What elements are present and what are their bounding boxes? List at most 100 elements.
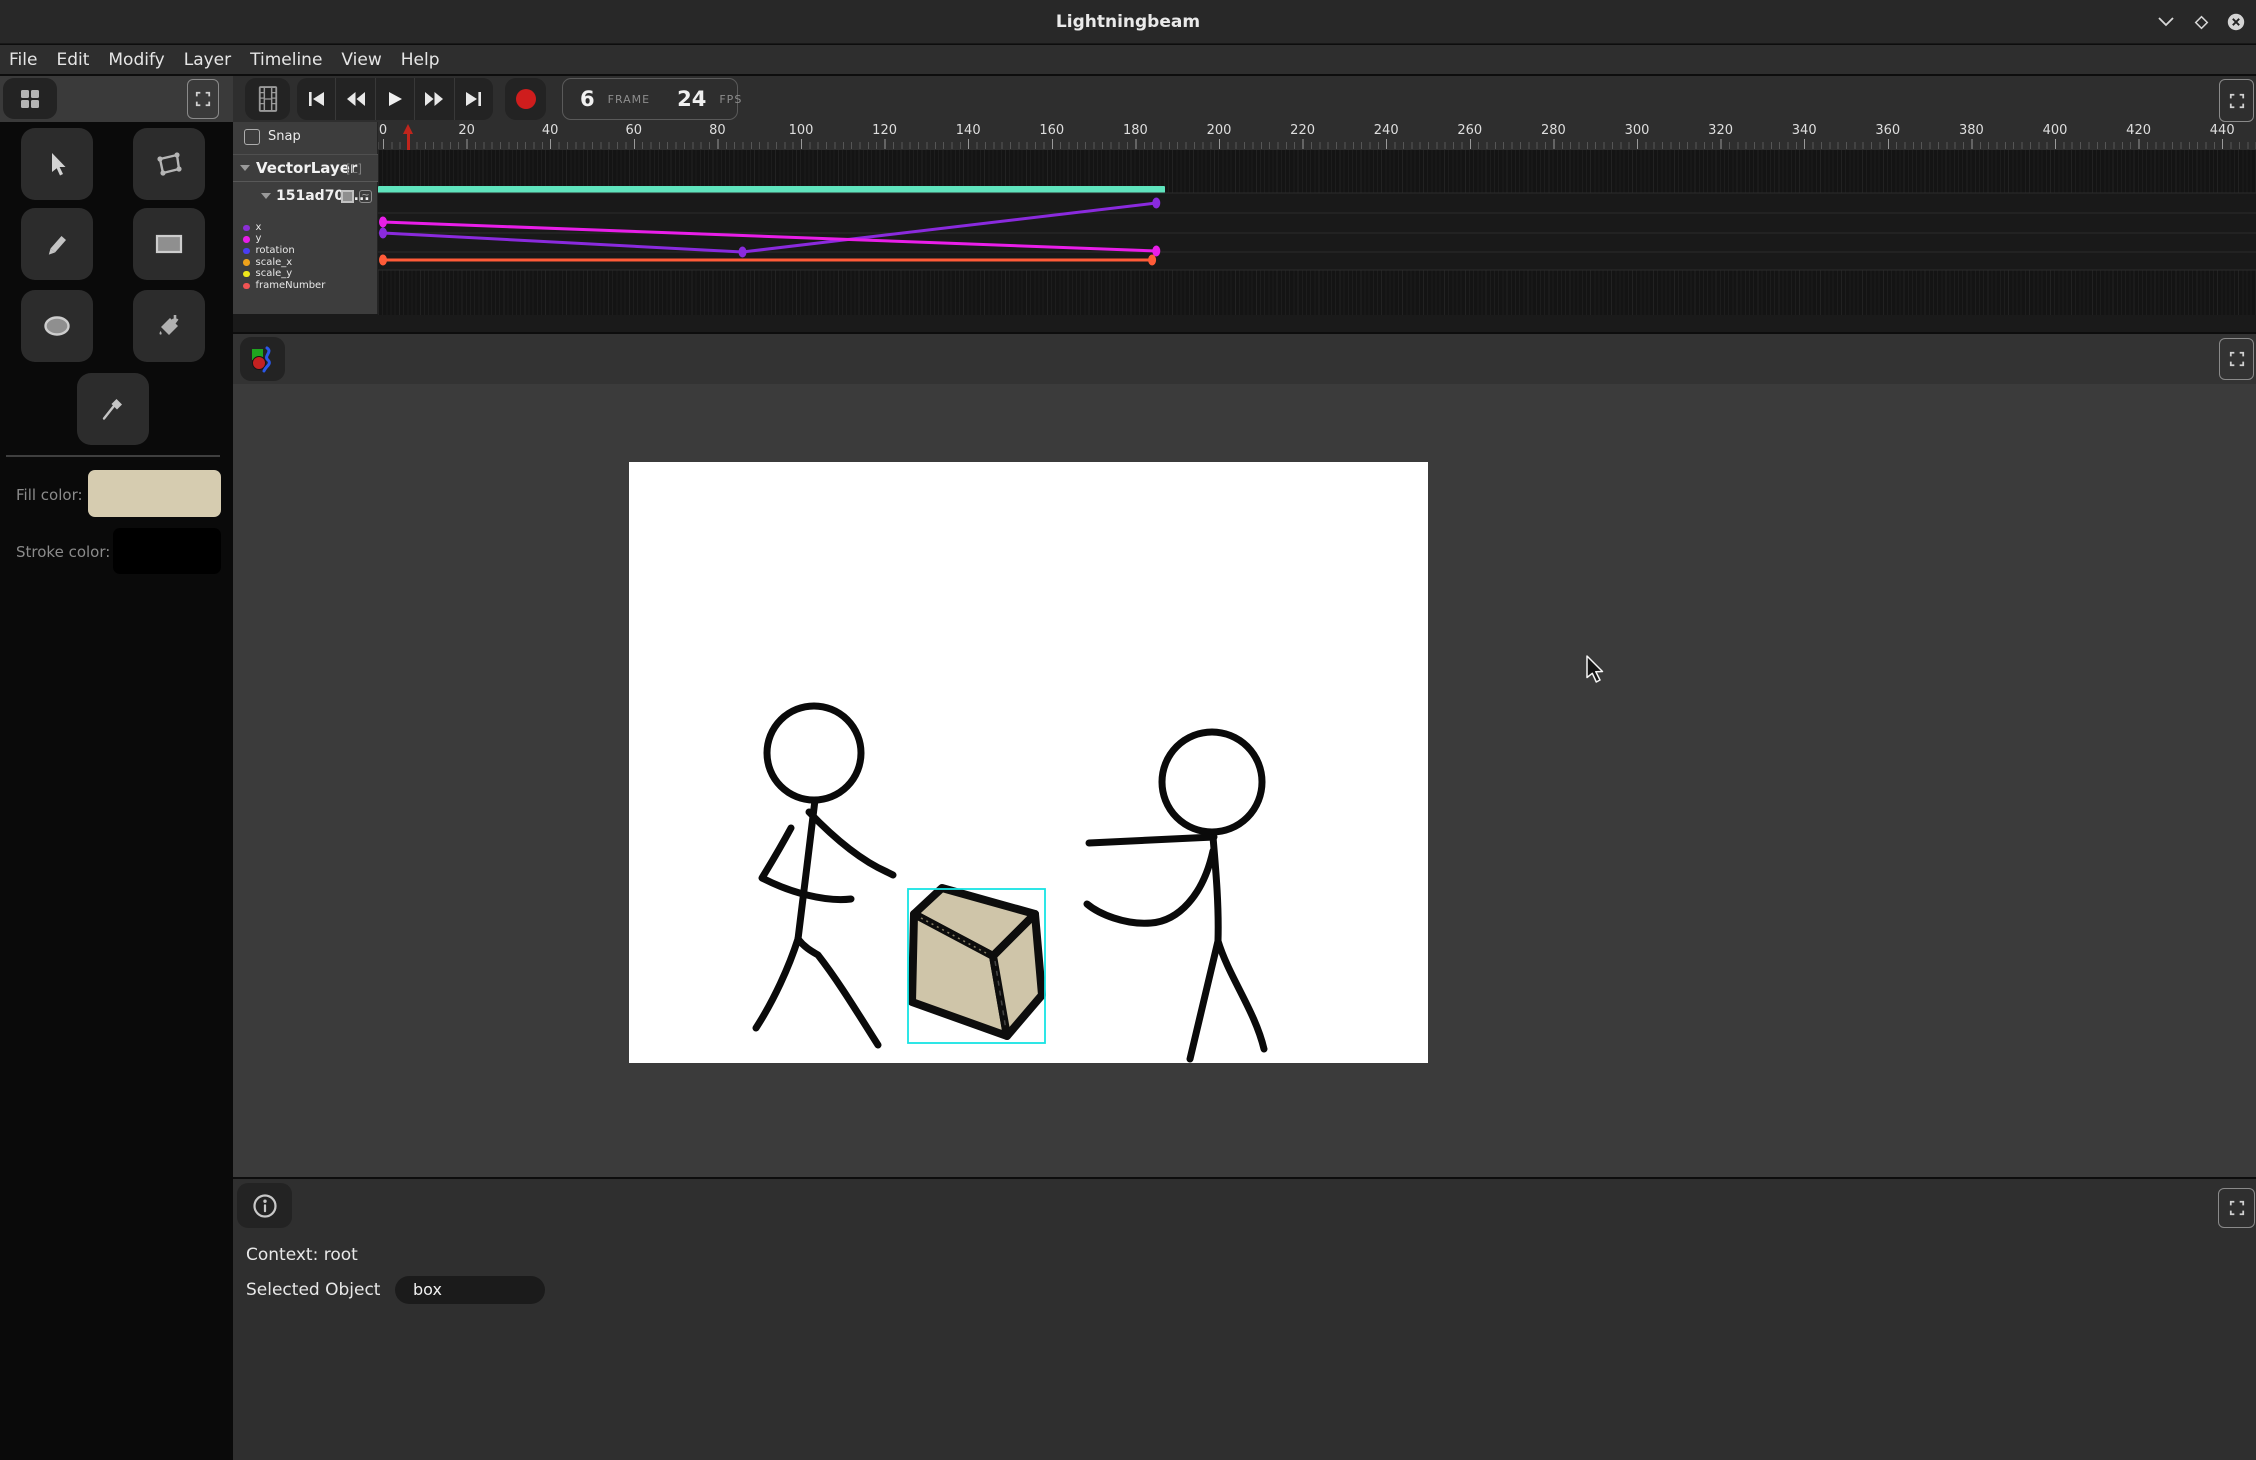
menu-item[interactable]: View [341,50,381,70]
timeline-ruler[interactable]: 0204060801001201401601802002202402602803… [378,122,2256,150]
frame-fps-display: 6 FRAME 24 FPS [562,78,738,120]
track-row[interactable]: y [233,234,378,246]
timeline-curves [378,150,2256,315]
timeline-frames-area[interactable] [378,150,2256,315]
object-name: 151ad70a... [276,188,370,204]
layer-row[interactable]: VectorLayer [L] [233,154,378,182]
minimize-button[interactable] [2156,12,2176,32]
track-color-dot [243,225,250,232]
keyframe-dot[interactable] [379,228,387,239]
skip-to-start-button[interactable] [297,78,336,120]
shapes-icon [249,346,276,373]
ellipse-tool-button[interactable] [21,290,93,362]
eyedropper-icon [99,395,127,423]
maximize-button[interactable] [2191,12,2211,32]
app-window: Lightningbeam FileEditModifyLayerTimelin… [0,0,2256,1460]
ruler-label: 40 [542,123,559,138]
inspector-expand-button[interactable] [2218,1188,2255,1228]
stick-figure-right[interactable] [1087,732,1264,1059]
select-tool-button[interactable] [21,128,93,200]
film-button[interactable] [245,78,290,120]
ruler-label: 320 [1708,123,1733,138]
object-visibility-button[interactable] [341,190,354,203]
canvas-panel [233,334,2256,1177]
pencil-tool-button[interactable] [21,208,93,280]
stick-figure-left[interactable] [756,706,893,1045]
play-button[interactable] [376,78,415,120]
keyframe-dot[interactable] [1152,198,1160,209]
selected-object-field[interactable]: box [395,1276,545,1304]
keyframe-dot[interactable] [1148,255,1156,266]
keyframe-dot[interactable] [379,255,387,266]
snap-row: Snap [233,122,378,154]
ruler-label: 140 [956,123,981,138]
track-label: rotation [256,246,295,256]
track-row[interactable]: frameNumber [233,280,378,292]
ruler-label: 180 [1123,123,1148,138]
menu-item[interactable]: Modify [108,50,164,70]
rectangle-tool-button[interactable] [133,208,205,280]
track-label: scale_y [256,269,293,279]
ruler-major-ticks [378,139,2256,149]
eyedropper-tool-button[interactable] [77,373,149,445]
fill-color-swatch[interactable] [88,470,221,517]
stroke-color-swatch[interactable] [113,528,221,574]
object-tilde-button[interactable]: ~ [359,190,372,203]
object-row[interactable]: 151ad70a... ~ [233,182,378,212]
selected-object-label: Selected Object [246,1280,380,1300]
menubar: File Edit Modify Layer Timeline View Help [0,45,2256,74]
track-row[interactable]: scale_y [233,268,378,280]
stage-canvas[interactable] [629,462,1428,1063]
layer-collapse-caret-icon[interactable] [240,165,250,171]
menu-item[interactable]: Edit [56,50,89,70]
rewind-button[interactable] [336,78,375,120]
ruler-label: 80 [709,123,726,138]
close-button[interactable] [2226,12,2246,32]
curve-y[interactable] [383,222,1156,251]
track-color-dot [243,248,250,255]
rectangle-icon [154,232,184,256]
transform-tool-button[interactable] [133,128,205,200]
menu-item[interactable]: Help [401,50,440,70]
ruler-label: 420 [2126,123,2151,138]
object-collapse-caret-icon[interactable] [261,193,271,199]
menu-item[interactable]: Timeline [250,50,322,70]
ruler-label: 20 [458,123,475,138]
track-row[interactable]: scale_x [233,257,378,269]
paint-bucket-tool-button[interactable] [133,290,205,362]
info-button[interactable] [237,1183,292,1228]
skip-to-start-icon [308,91,325,107]
fps-value: 24 [677,87,706,111]
record-button[interactable] [505,78,546,120]
inspector-panel: Context: root Selected Object box [233,1179,2256,1460]
timeline-expand-button[interactable] [2219,79,2254,122]
track-row[interactable]: x [233,222,378,234]
mouse-cursor [1586,655,1606,683]
track-label: x [256,223,262,233]
fast-forward-button[interactable] [415,78,454,120]
track-color-dot [243,283,250,290]
frame-value: 6 [580,87,595,111]
ruler-label: 280 [1541,123,1566,138]
track-row[interactable]: rotation [233,245,378,257]
menu-item[interactable]: File [9,50,37,70]
canvas-expand-button[interactable] [2219,338,2254,380]
keyframe-dot[interactable] [379,217,387,228]
selected-box-object[interactable] [908,888,1045,1043]
menu-item[interactable]: Layer [184,50,231,70]
pencil-icon [43,230,71,258]
ruler-label: 120 [872,123,897,138]
skip-to-end-icon [465,91,482,107]
keyframe-dot[interactable] [739,247,747,258]
playhead[interactable] [403,124,414,151]
close-icon [2227,13,2245,31]
snap-checkbox[interactable] [244,129,260,145]
frame-label: FRAME [608,93,651,106]
ruler-label: 260 [1457,123,1482,138]
sidebar-expand-button[interactable] [187,79,219,119]
panel-grid-button[interactable] [3,78,57,119]
shapes-button[interactable] [240,337,285,381]
track-list: x y rotation scale_x [233,222,378,292]
layer-badge: [L] [346,162,362,176]
skip-to-end-button[interactable] [455,78,493,120]
